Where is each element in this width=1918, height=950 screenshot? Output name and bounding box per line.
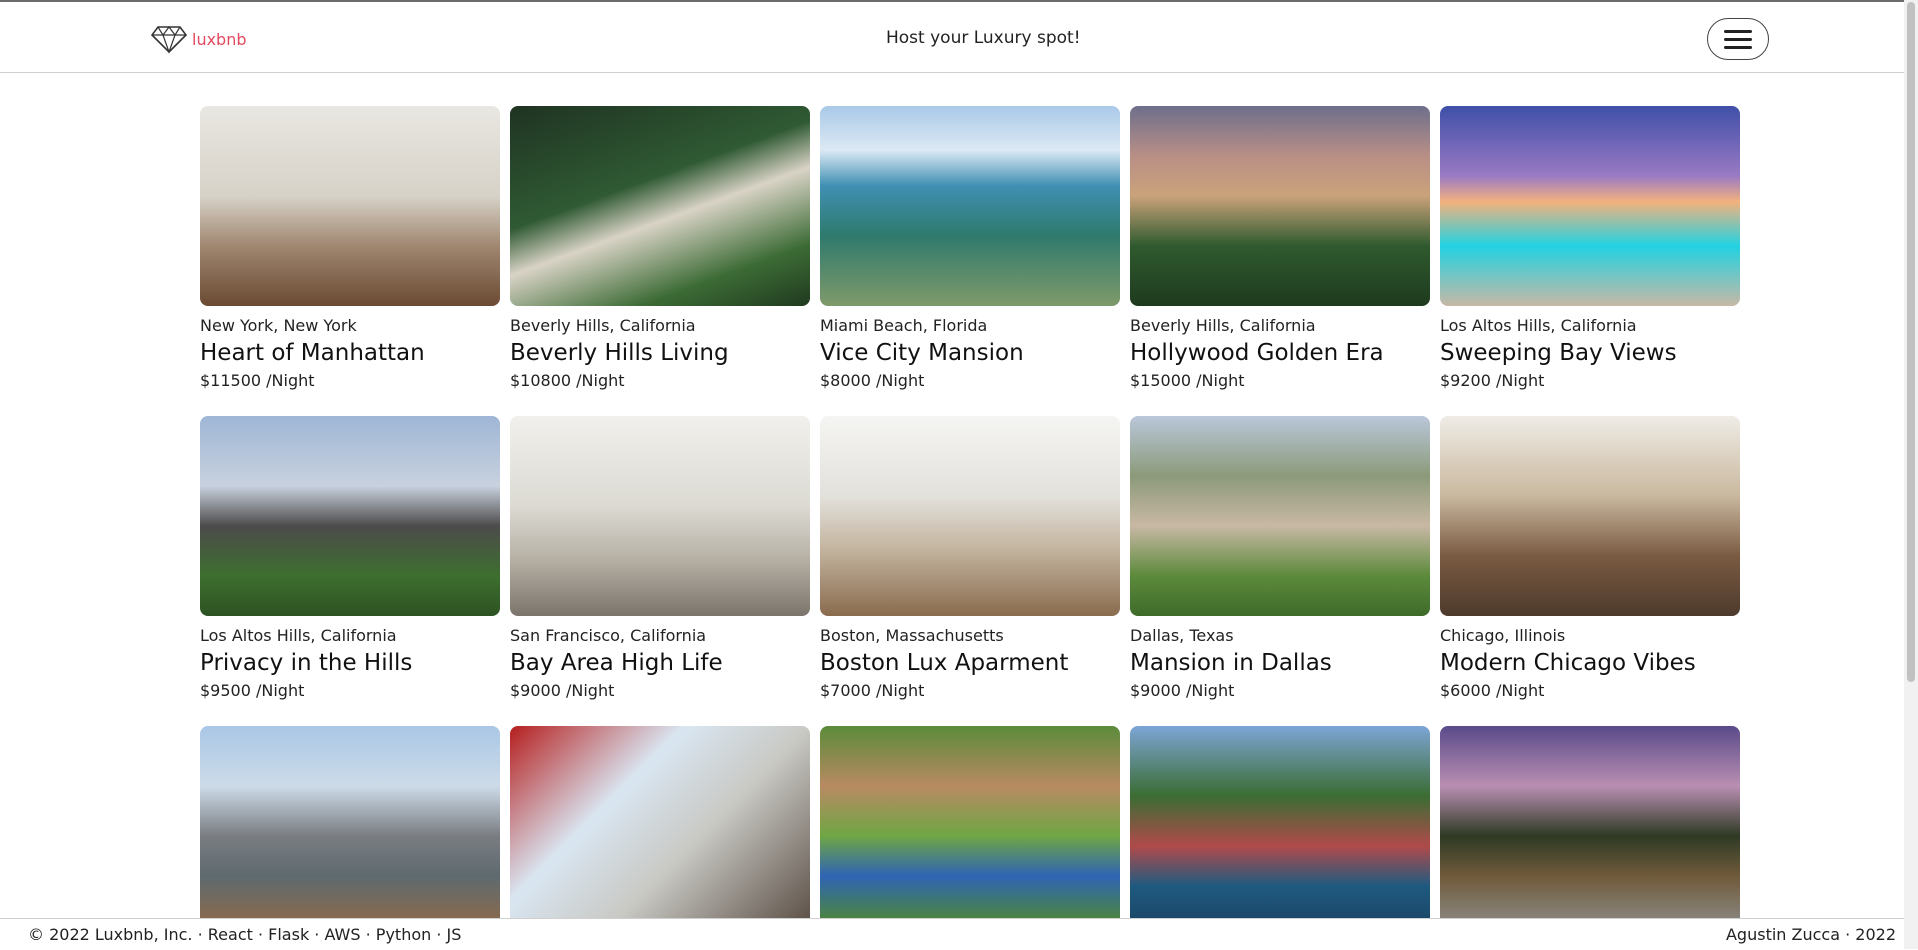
listing-location: San Francisco, California [510,626,707,645]
listing-price: $6000 /Night [1440,681,1545,700]
footer-sep: · [192,925,208,944]
listing-card[interactable]: Los Altos Hills, California Privacy in th… [200,416,500,702]
listing-photo[interactable] [1440,106,1740,306]
listing-card[interactable]: Los Altos Hills, California Sweeping Bay … [1440,106,1740,392]
listing-photo[interactable] [510,106,810,306]
footer-link-flask[interactable]: Flask [268,925,309,944]
listing-title[interactable]: Bay Area High Life [510,648,810,678]
listing-card[interactable] [510,726,810,926]
listing-price: $8000 /Night [820,371,925,390]
footer-year: 2022 [1855,925,1896,944]
footer-sep: · [309,925,325,944]
listing-photo[interactable] [200,726,500,926]
listing-card[interactable] [1440,726,1740,926]
listing-price: $9500 /Night [200,681,305,700]
listing-card[interactable]: Dallas, Texas Mansion in Dallas $9000 /Nig… [1130,416,1430,702]
listing-card[interactable]: Chicago, Illinois Modern Chicago Vibes $60… [1440,416,1740,702]
scrollbar-thumb[interactable] [1907,2,1915,682]
host-your-spot-link[interactable]: Host your Luxury spot! [886,28,1081,48]
listing-card[interactable]: Miami Beach, Florida Vice City Mansion $80… [820,106,1120,392]
brand-logo[interactable]: luxbnb [150,24,247,54]
listing-card[interactable]: Beverly Hills, California Beverly Hills L… [510,106,810,392]
listing-photo[interactable] [200,416,500,616]
listing-photo[interactable] [1130,416,1430,616]
listing-title[interactable]: Heart of Manhattan [200,338,500,368]
listing-location: Chicago, Illinois [1440,626,1566,645]
listing-photo[interactable] [200,106,500,306]
footer-sep: · [252,925,269,944]
footer-link-python[interactable]: Python [376,925,431,944]
listing-photo[interactable] [1440,726,1740,926]
listing-title[interactable]: Beverly Hills Living [510,338,810,368]
listing-card[interactable] [200,726,500,926]
listing-photo[interactable] [510,726,810,926]
listing-title[interactable]: Boston Lux Aparment [820,648,1120,678]
listing-photo[interactable] [510,416,810,616]
listing-title[interactable]: Vice City Mansion [820,338,1120,368]
footer-sep: · [360,925,376,944]
listing-price: $9000 /Night [1130,681,1235,700]
footer-link-aws[interactable]: AWS [324,925,360,944]
footer-sep: · [1840,925,1856,944]
listing-card[interactable] [1130,726,1430,926]
footer-link-js[interactable]: JS [447,925,462,944]
menu-button[interactable] [1707,18,1769,60]
page-scrollbar[interactable] [1904,0,1918,949]
listing-card[interactable]: Beverly Hills, California Hollywood Golde… [1130,106,1430,392]
hamburger-menu-icon [1724,25,1752,54]
footer-author-link[interactable]: Agustin Zucca [1726,925,1840,944]
footer-credits: © 2022 Luxbnb, Inc. · React · Flask · AW… [28,925,461,944]
listing-photo[interactable] [820,726,1120,926]
listing-photo[interactable] [820,106,1120,306]
listing-price: $9000 /Night [510,681,615,700]
listing-location: Miami Beach, Florida [820,316,988,335]
listings-grid: New York, New York Heart of Manhattan $115… [200,106,1742,926]
listing-title[interactable]: Sweeping Bay Views [1440,338,1740,368]
footer-copyright: © 2022 Luxbnb, Inc. [28,925,193,944]
listing-photo[interactable] [1130,106,1430,306]
brand-name: luxbnb [192,29,247,49]
listing-price: $7000 /Night [820,681,925,700]
listing-price: $11500 /Night [200,371,315,390]
listing-photo[interactable] [1440,416,1740,616]
listing-card[interactable]: New York, New York Heart of Manhattan $115… [200,106,500,392]
listing-title[interactable]: Privacy in the Hills [200,648,500,678]
footer-author: Agustin Zucca · 2022 [1726,925,1896,944]
diamond-icon [150,26,188,54]
listing-title[interactable]: Mansion in Dallas [1130,648,1430,678]
footer-link-react[interactable]: React [208,925,253,944]
listing-card[interactable] [820,726,1120,926]
listing-price: $15000 /Night [1130,371,1245,390]
listing-photo[interactable] [1130,726,1430,926]
listing-price: $9200 /Night [1440,371,1545,390]
listing-card[interactable]: Boston, Massachusetts Boston Lux Aparment… [820,416,1120,702]
top-nav: luxbnb Host your Luxury spot! [0,2,1904,73]
listing-location: Los Altos Hills, California [1440,316,1637,335]
listing-price: $10800 /Night [510,371,625,390]
listing-location: Boston, Massachusetts [820,626,1004,645]
footer: © 2022 Luxbnb, Inc. · React · Flask · AW… [0,918,1904,950]
listing-location: Dallas, Texas [1130,626,1234,645]
listing-location: Beverly Hills, California [510,316,696,335]
listing-title[interactable]: Modern Chicago Vibes [1440,648,1740,678]
listing-location: Los Altos Hills, California [200,626,397,645]
listing-location: Beverly Hills, California [1130,316,1316,335]
footer-sep: · [431,925,447,944]
listing-card[interactable]: San Francisco, California Bay Area High L… [510,416,810,702]
listing-location: New York, New York [200,316,357,335]
listing-photo[interactable] [820,416,1120,616]
listing-title[interactable]: Hollywood Golden Era [1130,338,1430,368]
